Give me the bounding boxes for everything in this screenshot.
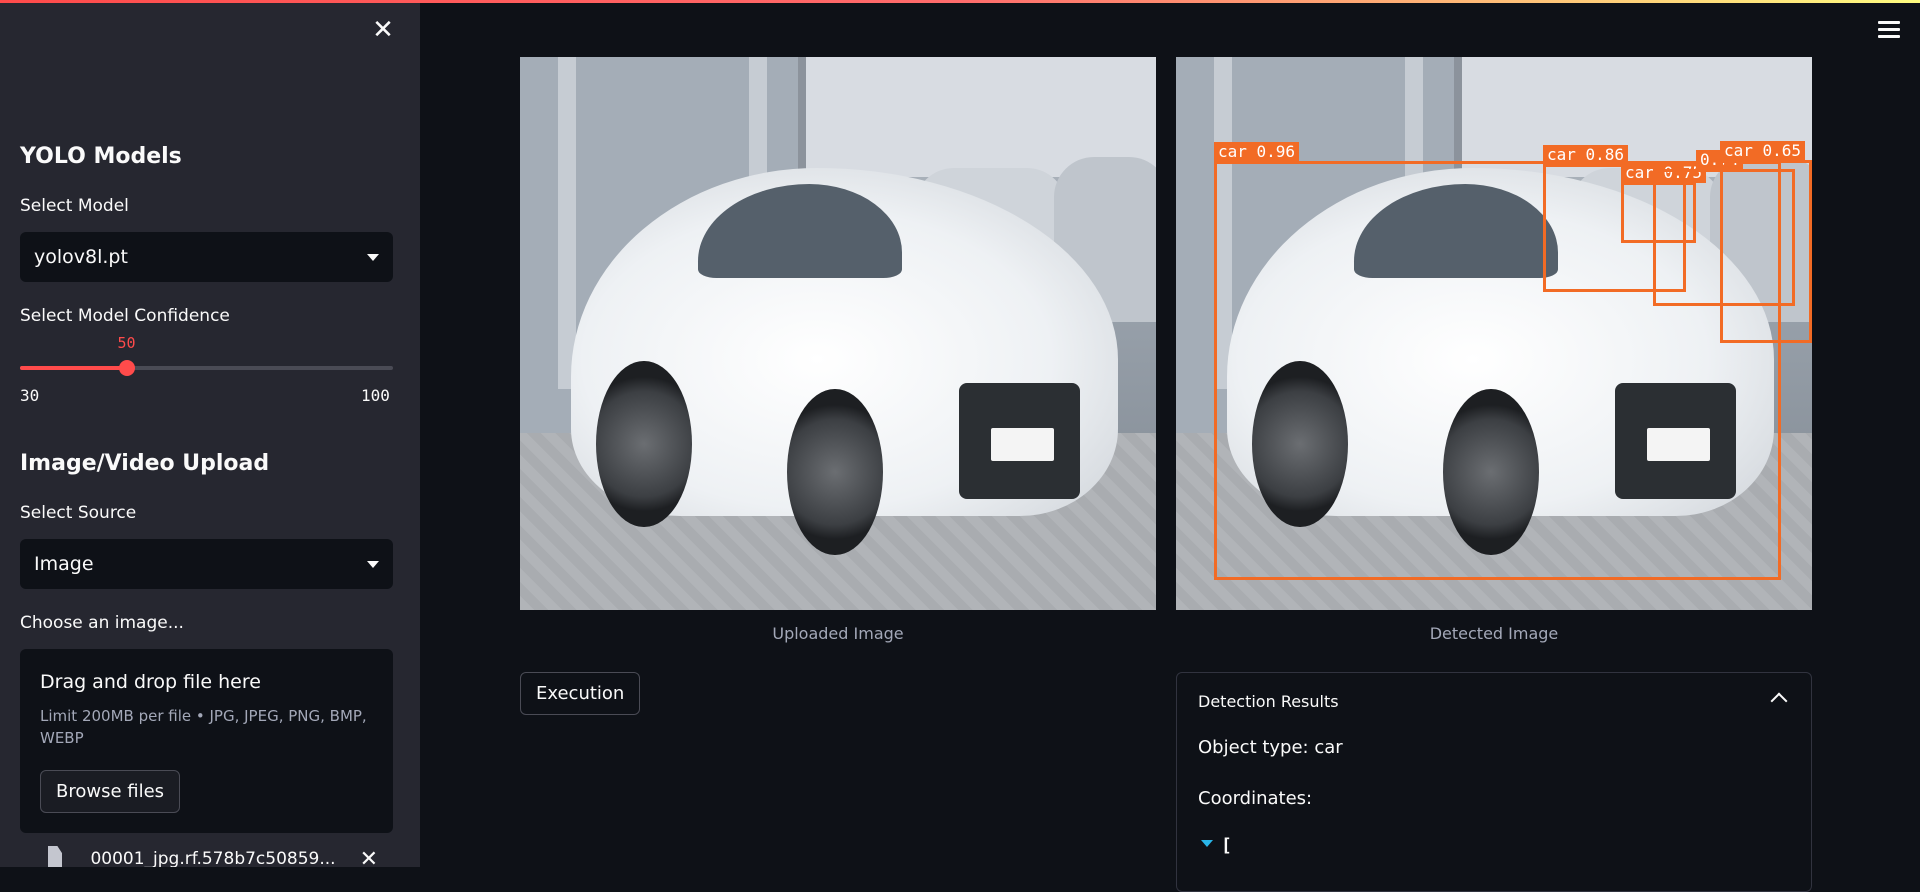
confidence-slider[interactable]: 50 xyxy=(20,334,393,376)
source-select-value: Image xyxy=(34,553,94,575)
hamburger-menu-icon[interactable] xyxy=(1878,19,1902,39)
json-open-bracket: [ xyxy=(1221,835,1232,856)
uploaded-image-caption: Uploaded Image xyxy=(772,624,904,643)
slider-min-label: 30 xyxy=(20,386,40,405)
json-toggle-icon[interactable] xyxy=(1201,840,1213,847)
uploaded-file-row: 00001_jpg.rf.578b7c50859... ✕ xyxy=(48,846,378,868)
slider-fill xyxy=(20,366,127,370)
slider-max-label: 100 xyxy=(361,386,390,405)
file-dropzone[interactable]: Drag and drop file here Limit 200MB per … xyxy=(20,649,393,833)
top-decoration-bar xyxy=(0,0,1920,3)
remove-file-icon[interactable]: ✕ xyxy=(360,847,378,868)
model-select-value: yolov8l.pt xyxy=(34,246,128,268)
chevron-down-icon xyxy=(367,560,379,568)
choose-image-label: Choose an image... xyxy=(20,613,184,633)
slider-thumb[interactable] xyxy=(118,360,135,376)
detected-image-caption: Detected Image xyxy=(1429,624,1559,643)
source-select[interactable]: Image xyxy=(20,539,393,589)
detection-label: car 0.86 xyxy=(1543,145,1629,165)
slider-value: 50 xyxy=(117,334,136,352)
model-select[interactable]: yolov8l.pt xyxy=(20,232,393,282)
detected-image: car 0.96 car 0.86 car 0.75 0.74 car 0.65 xyxy=(1176,57,1812,610)
upload-section-title: Image/Video Upload xyxy=(20,451,270,476)
coordinates-label: Coordinates: xyxy=(1198,788,1313,809)
uploaded-file-name: 00001_jpg.rf.578b7c50859... xyxy=(90,849,336,867)
object-type-text: Object type: car xyxy=(1198,737,1343,758)
execution-button[interactable]: Execution xyxy=(520,672,641,715)
select-model-label: Select Model xyxy=(20,196,129,216)
dropzone-limit: Limit 200MB per file • JPG, JPEG, PNG, B… xyxy=(40,707,367,747)
confidence-label: Select Model Confidence xyxy=(20,306,230,326)
sidebar: ✕ YOLO Models Select Model yolov8l.pt Se… xyxy=(0,0,420,867)
file-icon xyxy=(48,846,63,867)
chevron-down-icon xyxy=(367,253,379,261)
uploaded-image xyxy=(520,57,1156,610)
expander-title[interactable]: Detection Results xyxy=(1198,692,1339,711)
dropzone-title: Drag and drop file here xyxy=(40,671,261,693)
detection-results-expander: Detection Results Object type: car Coord… xyxy=(1176,672,1812,892)
close-icon[interactable]: ✕ xyxy=(370,17,396,43)
detection-box: car 0.65 xyxy=(1720,141,1812,343)
detection-label: car 0.65 xyxy=(1720,141,1806,161)
select-source-label: Select Source xyxy=(20,503,137,523)
chevron-up-icon[interactable] xyxy=(1770,692,1788,710)
models-section-title: YOLO Models xyxy=(20,144,182,169)
detection-label: car 0.96 xyxy=(1214,142,1300,162)
browse-files-button[interactable]: Browse files xyxy=(40,770,181,813)
